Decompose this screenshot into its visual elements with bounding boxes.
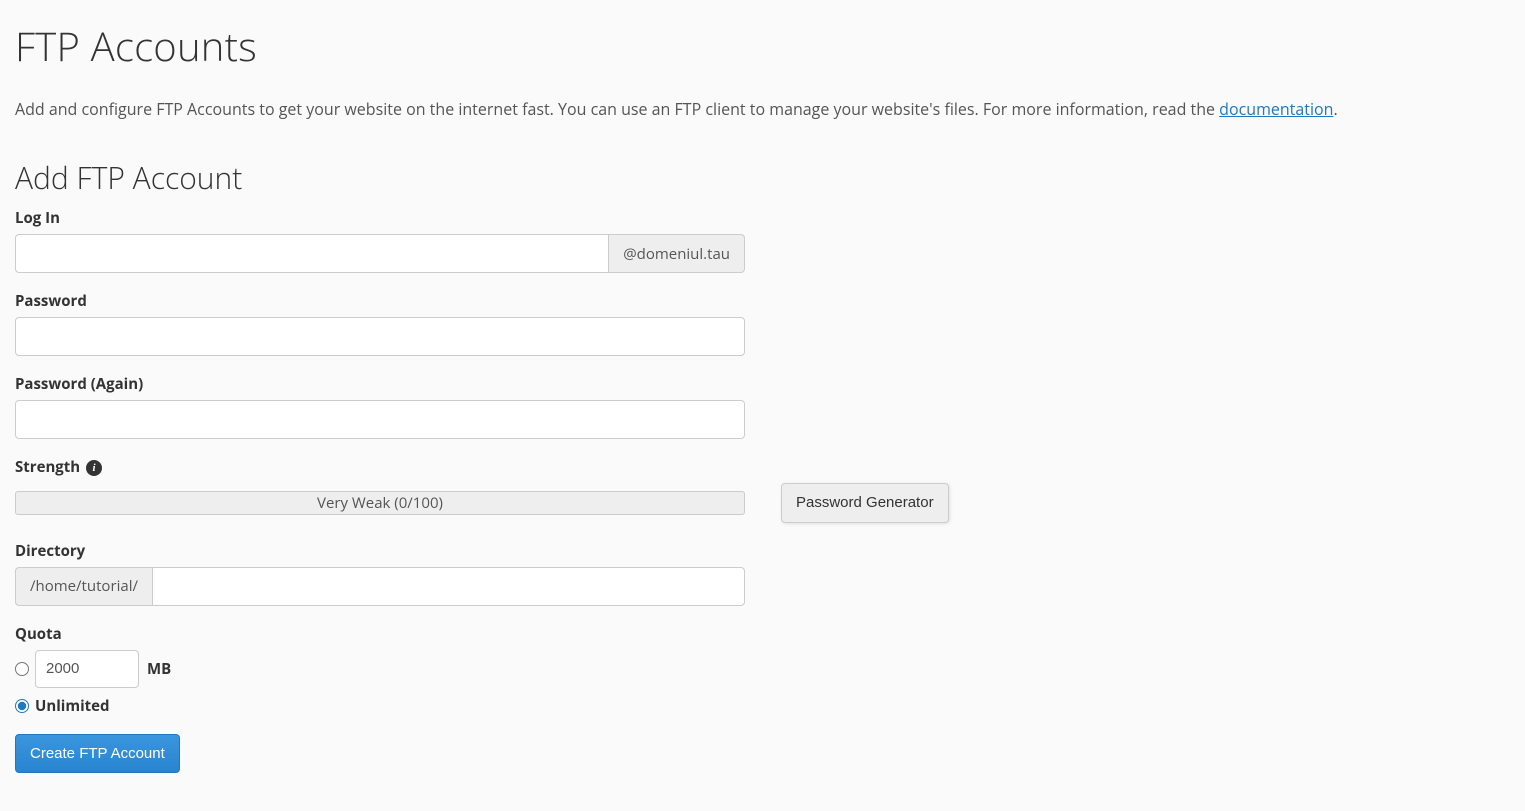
section-heading-add-ftp: Add FTP Account (15, 157, 1510, 198)
quota-unlimited-radio[interactable] (15, 699, 29, 713)
directory-input[interactable] (152, 567, 745, 606)
quota-unlimited-label: Unlimited (35, 696, 110, 716)
login-input[interactable] (15, 234, 608, 273)
strength-label: Strength i (15, 457, 1510, 477)
quota-label: Quota (15, 624, 1510, 644)
login-domain-suffix: @domeniul.tau (608, 234, 745, 273)
directory-row: Directory /home/tutorial/ (15, 541, 1510, 606)
password-row: Password (15, 291, 1510, 356)
strength-label-text: Strength (15, 457, 80, 477)
directory-prefix: /home/tutorial/ (15, 567, 152, 606)
password-input[interactable] (15, 317, 745, 356)
quota-unit: MB (147, 659, 171, 679)
intro-text: Add and configure FTP Accounts to get yo… (15, 98, 1219, 120)
info-icon[interactable]: i (86, 460, 102, 476)
intro-suffix: . (1333, 98, 1337, 120)
documentation-link[interactable]: documentation (1219, 98, 1333, 120)
password-again-row: Password (Again) (15, 374, 1510, 439)
password-again-input[interactable] (15, 400, 745, 439)
strength-row: Strength i Very Weak (0/100) Password Ge… (15, 457, 1510, 523)
page-title: FTP Accounts (15, 18, 1510, 73)
login-row: Log In @domeniul.tau (15, 208, 1510, 273)
strength-meter: Very Weak (0/100) (15, 491, 745, 515)
quota-row: Quota MB Unlimited (15, 624, 1510, 716)
login-label: Log In (15, 208, 1510, 228)
page-intro: Add and configure FTP Accounts to get yo… (15, 97, 1510, 121)
password-label: Password (15, 291, 1510, 311)
quota-limited-radio[interactable] (15, 662, 29, 676)
password-generator-button[interactable]: Password Generator (781, 483, 949, 523)
quota-value-input[interactable] (35, 650, 139, 688)
password-again-label: Password (Again) (15, 374, 1510, 394)
directory-label: Directory (15, 541, 1510, 561)
create-ftp-account-button[interactable]: Create FTP Account (15, 734, 180, 774)
